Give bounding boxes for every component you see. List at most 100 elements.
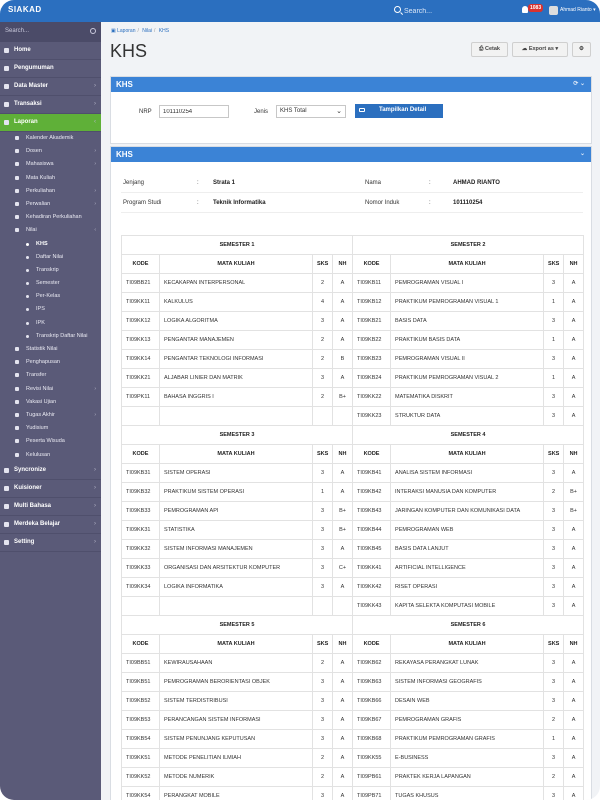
sidebar-item-kuisioner[interactable]: Kuisioner › <box>0 480 101 498</box>
chevron-icon: ‹ <box>94 227 96 234</box>
user-menu[interactable]: Ahmad Rianto ▾ <box>560 7 596 13</box>
user-name: Ahmad Rianto <box>560 7 592 13</box>
table-row: TI09KK43 KAPITA SELEKTA KOMPUTASI MOBILE 3… <box>121 596 585 616</box>
sidebar-subitem-kalender-akademik[interactable]: Kalender Akademik <box>0 132 101 145</box>
sidebar-nilai-item-ipk[interactable]: IPK <box>0 317 101 330</box>
collapse-icon[interactable]: ⌄ <box>580 151 585 157</box>
global-search-input[interactable] <box>404 5 500 18</box>
cell-sks: 3 <box>312 691 333 711</box>
cell-nh: A <box>331 729 354 749</box>
sidebar-subitem-vakasi-ujian[interactable]: Vakasi Ujian <box>0 396 101 409</box>
sidebar-subitem-transfer[interactable]: Transfer <box>0 369 101 382</box>
sidebar-subitem-tugas-akhir[interactable]: Tugas Akhir › <box>0 409 101 422</box>
settings-button[interactable]: ⚙ <box>572 42 591 57</box>
main-content: ▣ Laporan / Nilai / KHS KHS ⎙ Cetak ☁ Expo… <box>101 22 600 800</box>
sidebar-item-merdeka-belajar[interactable]: Merdeka Belajar › <box>0 516 101 534</box>
sidebar-item-setting[interactable]: Setting › <box>0 534 101 552</box>
jenis-select[interactable]: KHS Total ⌄ <box>276 105 346 118</box>
sidebar-item-data-master[interactable]: Data Master › <box>0 78 101 96</box>
cell-kode: TI09KB23 <box>352 349 392 369</box>
sidebar-item-syncronize[interactable]: Syncronize › <box>0 462 101 480</box>
cell-kode: TI09KB62 <box>352 653 392 673</box>
jenis-select-value: KHS Total <box>280 108 307 114</box>
sidebar-nilai-item-daftar-nilai[interactable]: Daftar Nilai <box>0 251 101 264</box>
notification-button[interactable]: 1083 <box>522 4 544 17</box>
semester-title: SEMESTER 4 <box>352 425 585 445</box>
sidebar-subitem-kehadiran-perkuliahan[interactable]: Kehadiran Perkuliahan <box>0 211 101 224</box>
sidebar-item-label: Penghapusan <box>26 359 60 366</box>
sidebar-subitem-peserta-wisuda[interactable]: Peserta Wisuda <box>0 435 101 448</box>
cell-sks: 2 <box>312 273 333 293</box>
print-button[interactable]: ⎙ Cetak <box>471 42 508 57</box>
menu-icon <box>15 188 19 193</box>
result-panel-header: KHS ⌄ <box>111 147 591 162</box>
nrp-input[interactable] <box>159 105 229 118</box>
col-kode: KODE <box>352 254 392 274</box>
cell-sks: 3 <box>312 368 333 388</box>
cell-mata-kuliah: SISTEM INFORMASI GEOGRAFIS <box>390 672 545 692</box>
sidebar-nilai-item-semester[interactable]: Semester <box>0 277 101 290</box>
sidebar-subitem-mahasiswa[interactable]: Mahasiswa › <box>0 158 101 171</box>
cell-sks: 1 <box>543 729 565 749</box>
notification-badge: 1083 <box>528 4 544 12</box>
cell-mata-kuliah: PRAKTIKUM SISTEM OPERASI <box>159 482 313 502</box>
nama-value: AHMAD RIANTO <box>453 180 500 186</box>
export-button[interactable]: ☁ Export as ▾ <box>512 42 568 57</box>
sidebar-subitem-revisi-nilai[interactable]: Revisi Nilai › <box>0 383 101 396</box>
table-row: TI09KK52 METODE NUMERIK 2 A TI09PB61 PRAKTEK … <box>121 767 585 787</box>
sidebar-search-placeholder: Search... <box>5 28 30 34</box>
app-brand[interactable]: SIAKAD <box>8 5 42 14</box>
sidebar-item-home[interactable]: Home <box>0 42 101 60</box>
sidebar-item-pengumuman[interactable]: Pengumuman <box>0 60 101 78</box>
sidebar-item-transaksi[interactable]: Transaksi › <box>0 96 101 114</box>
sidebar-item-laporan[interactable]: Laporan ‹ <box>0 114 101 132</box>
cell-nh: A <box>331 786 354 800</box>
show-detail-button[interactable]: Tampilkan Detail <box>355 104 443 118</box>
table-header-row: KODE MATA KULIAH SKS NH KODE MATA KULIAH SKS NH <box>121 634 585 654</box>
cell-mata-kuliah: PRAKTIKUM PEMROGRAMAN GRAFIS <box>390 729 545 749</box>
sidebar-item-label: Peserta Wisuda <box>26 438 65 445</box>
sidebar-subitem-mata-kuliah[interactable]: Mata Kuliah <box>0 172 101 185</box>
sidebar-subitem-perkuliahan[interactable]: Perkuliahan › <box>0 185 101 198</box>
sidebar-item-multi-bahasa[interactable]: Multi Bahasa › <box>0 498 101 516</box>
sidebar-subitem-kelulusan[interactable]: Kelulusan <box>0 449 101 462</box>
sidebar-nilai-item-transkrip[interactable]: Transkrip <box>0 264 101 277</box>
col-mata-kuliah: MATA KULIAH <box>390 634 545 654</box>
sidebar-item-label: Semester <box>36 280 60 287</box>
sidebar-subitem-perwalian[interactable]: Perwalian › <box>0 198 101 211</box>
menu-icon <box>15 452 19 457</box>
sidebar-subitem-statistik-nilai[interactable]: Statistik Nilai <box>0 343 101 356</box>
cell-sks: 3 <box>312 672 333 692</box>
chevron-icon: › <box>94 148 96 155</box>
sidebar-subitem-yudisium[interactable]: Yudisium <box>0 422 101 435</box>
sidebar-item-label: Perkuliahan <box>26 187 56 194</box>
sidebar-item-label: KHS <box>36 240 48 247</box>
breadcrumb-nilai[interactable]: Nilai <box>142 28 152 34</box>
collapse-icon[interactable]: ⌄ <box>580 81 585 87</box>
breadcrumb-laporan[interactable]: Laporan <box>117 28 135 34</box>
avatar[interactable] <box>549 6 558 15</box>
prodi-value: Teknik Informatika <box>213 200 266 206</box>
cell-kode: TI09KK11 <box>121 292 160 312</box>
cell-sks <box>312 406 333 426</box>
table-row: TI09PK11 BAHASA INGGRIS I 2 B+ TI09KK22 MATEM… <box>121 387 585 407</box>
sidebar-nilai-item-transkrip-daftar-nilai[interactable]: Transkrip Daftar Nilai <box>0 330 101 343</box>
sidebar-search[interactable]: Search... <box>0 22 101 42</box>
sidebar-subitem-penghapusan[interactable]: Penghapusan <box>0 356 101 369</box>
sidebar-nilai-item-ips[interactable]: IPS <box>0 303 101 316</box>
refresh-icon[interactable]: ⟳ <box>573 81 578 87</box>
table-row: TI09KB52 SISTEM TERDISTRIBUSI 3 A TI09KB66 DE… <box>121 691 585 711</box>
sidebar-nilai-item-per-kelas[interactable]: Per-Kelas <box>0 290 101 303</box>
cell-mata-kuliah: ORGANISASI DAN ARSITEKTUR KOMPUTER <box>159 558 313 578</box>
cell-mata-kuliah: STRUKTUR DATA <box>390 406 545 426</box>
global-search[interactable] <box>392 5 502 18</box>
cell-sks: 3 <box>543 387 565 407</box>
sidebar-nilai-item-khs[interactable]: KHS <box>0 238 101 251</box>
cell-mata-kuliah: ANALISA SISTEM INFORMASI <box>390 463 545 483</box>
cell-nh: B <box>331 349 354 369</box>
cell-nh: A <box>331 767 354 787</box>
sidebar-subitem-dosen[interactable]: Dosen › <box>0 145 101 158</box>
chevron-icon: › <box>94 502 96 509</box>
sidebar-subitem-nilai[interactable]: Nilai ‹ <box>0 224 101 237</box>
breadcrumb-home-icon[interactable]: ▣ <box>111 28 116 34</box>
